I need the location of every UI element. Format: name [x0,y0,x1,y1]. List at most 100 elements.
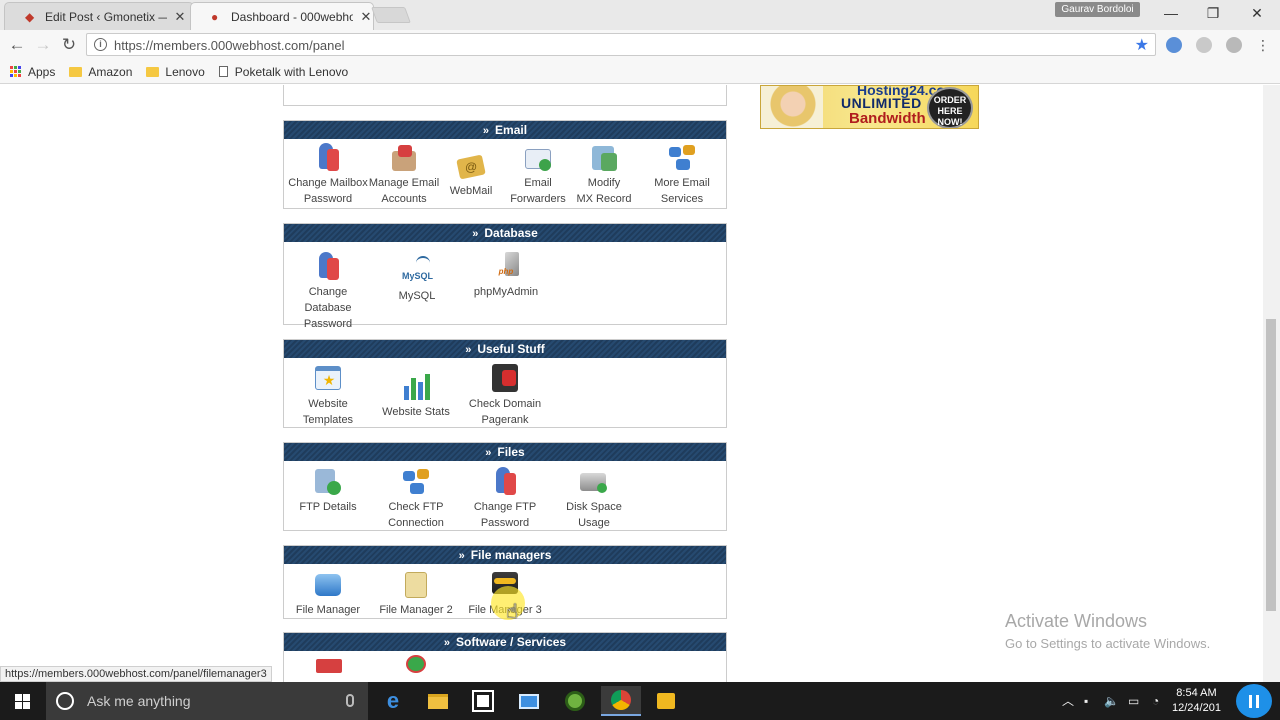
folder-icon [401,570,431,600]
file-box-icon [313,570,343,600]
screen-tool-taskbar-icon[interactable] [509,686,549,716]
section-title: Files [497,445,525,459]
key-person-icon [313,143,343,173]
recording-pause-button[interactable] [1236,684,1272,718]
email-section: » Email Change Mailbox Password Manage Em… [283,120,727,209]
section-title: File managers [470,548,552,562]
disk-space-usage-link[interactable]: Disk Space Usage [551,467,637,531]
page-icon [218,66,228,77]
hand-cursor-icon: ☝ [506,601,519,623]
minimize-button[interactable]: — [1156,4,1186,22]
battery-icon[interactable]: ▭ [1128,682,1139,720]
change-ftp-password-link[interactable]: Change FTP Password [462,467,548,531]
website-templates-link[interactable]: ★ Website Templates [285,364,371,428]
bookmark-label: Amazon [88,64,133,79]
000webhost-favicon-icon: ● [211,9,219,24]
taskbar-clock[interactable]: 8:54 AM 12/24/201 [1172,686,1221,716]
tray-expand-icon[interactable]: ︿ [1062,682,1074,720]
tab-close-icon[interactable]: ✕ [173,9,187,25]
more-email-services-link[interactable]: More Email Services [639,143,725,207]
extension-camera-icon[interactable] [1196,37,1212,53]
ftp-details-icon [313,467,343,497]
chrome-menu-icon[interactable]: ⋮ [1252,35,1274,55]
template-star-icon: ★ [313,364,343,394]
reload-button[interactable]: ↻ [58,35,80,55]
ftp-details-link[interactable]: FTP Details [285,467,371,515]
bookmark-lenovo[interactable]: Lenovo [146,64,205,79]
previous-panel-bottom [283,85,727,106]
folder-icon [146,66,160,77]
forward-button[interactable]: → [32,35,54,55]
disk-icon [579,467,609,497]
folder-icon [69,66,83,77]
watermark-subtitle: Go to Settings to activate Windows. [1005,636,1211,651]
scrollbar-thumb[interactable] [1266,319,1276,611]
address-bar[interactable]: i https://members.000webhost.com/panel ★ [86,33,1156,56]
extension-person-icon[interactable] [1166,37,1182,53]
database-section: » Database Change Database Password MySQL… [283,223,727,330]
check-ftp-connection-link[interactable]: Check FTP Connection [373,467,459,531]
network-icon [667,143,697,173]
software-icon[interactable] [316,659,342,673]
mailbox-icon [389,143,419,173]
watermark-title: Activate Windows [1005,611,1148,631]
file-manager-link[interactable]: File Manager [285,570,371,618]
store-taskbar-icon[interactable] [463,686,503,716]
chrome-taskbar-icon[interactable] [601,686,641,716]
edge-taskbar-icon[interactable]: e [373,686,413,716]
key-person-icon [313,252,343,282]
phpmyadmin-link[interactable]: php phpMyAdmin [463,252,549,300]
bookmark-apps[interactable]: Apps [10,65,55,79]
clock-time: 8:54 AM [1176,687,1217,699]
file-manager-2-link[interactable]: File Manager 2 [373,570,459,618]
close-window-button[interactable]: ✕ [1242,4,1272,22]
cortana-search-box[interactable]: Ask me anything [46,682,368,720]
new-tab-button[interactable] [371,7,411,23]
wifi-icon[interactable]: ◔ [1152,682,1159,720]
search-placeholder: Ask me anything [87,693,191,709]
bookmark-amazon[interactable]: Amazon [69,65,132,79]
tab-close-icon[interactable]: ✕ [359,9,373,25]
site-info-icon[interactable]: i [94,38,107,51]
windows-logo-icon [15,694,22,701]
video-app-taskbar-icon[interactable] [646,686,686,716]
cortana-icon [56,692,74,710]
bookmark-poketalk[interactable]: Poketalk with Lenovo [218,65,348,79]
bookmark-label: Lenovo [165,64,205,79]
services-icon[interactable] [406,655,426,673]
tab-title: Edit Post ‹ Gmonetix — W [45,9,167,24]
modify-mx-record-link[interactable]: Modify MX Record [561,143,647,207]
mysql-link[interactable]: MySQL MySQL [374,256,460,304]
page-viewport: Hosting24.com UNLIMITED Bandwidth ORDER … [0,85,1280,682]
url-text: https://members.000webhost.com/panel [114,38,345,53]
section-header: » Software / Services [284,633,726,651]
profile-button[interactable]: Gaurav Bordoloi [1055,2,1140,17]
tab-edit-post[interactable]: ◆ Edit Post ‹ Gmonetix — W ✕ [4,2,194,30]
hosting24-ad-banner[interactable]: Hosting24.com UNLIMITED Bandwidth ORDER … [760,85,979,129]
check-domain-pagerank-link[interactable]: Check Domain Pagerank [462,364,548,428]
tab-title: Dashboard - 000webhost [231,9,353,24]
section-title: Useful Stuff [477,342,545,356]
bookmark-star-icon[interactable]: ★ [1135,35,1149,55]
vertical-scrollbar[interactable] [1263,85,1280,682]
recorder-taskbar-icon[interactable] [555,686,595,716]
website-stats-link[interactable]: Website Stats [373,372,459,420]
restore-button[interactable]: ❐ [1198,4,1228,22]
volume-icon[interactable]: 🔈 [1104,682,1119,720]
order-now-badge[interactable]: ORDER HERE NOW! [927,87,973,128]
extension-chat-icon[interactable] [1226,37,1242,53]
bookmark-label: Apps [28,64,56,79]
title-bar: ◆ Edit Post ‹ Gmonetix — W ✕ ● Dashboard… [0,0,1280,30]
tab-dashboard[interactable]: ● Dashboard - 000webhost ✕ [190,2,374,30]
useful-stuff-section: » Useful Stuff ★ Website Templates Websit… [283,339,727,428]
change-mailbox-password-link[interactable]: Change Mailbox Password [285,143,371,207]
change-database-password-link[interactable]: Change Database Password [285,252,371,332]
microphone-icon[interactable] [346,694,354,707]
banner-photo [761,86,823,128]
section-title: Email [495,123,528,137]
tray-camera-icon[interactable]: ▪ [1084,682,1088,720]
file-explorer-taskbar-icon[interactable] [418,686,458,716]
back-button[interactable]: ← [6,35,28,55]
start-button[interactable] [0,682,46,720]
section-header: » Files [284,443,726,461]
